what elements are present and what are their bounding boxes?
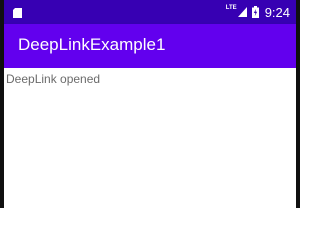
app-bar: DeepLinkExample1 xyxy=(4,24,296,68)
signal-icon xyxy=(237,7,247,17)
status-indicators: LTE 9:24 xyxy=(226,0,290,24)
sd-card-icon xyxy=(13,8,22,18)
device-frame-right xyxy=(296,0,300,208)
battery-charging-icon xyxy=(251,6,259,18)
status-bar: LTE 9:24 xyxy=(4,0,296,24)
app-title: DeepLinkExample1 xyxy=(18,35,166,54)
main-content: DeepLink opened xyxy=(4,68,296,208)
status-clock: 9:24 xyxy=(264,4,290,20)
deeplink-message: DeepLink opened xyxy=(6,72,101,86)
lte-label: LTE xyxy=(225,5,237,11)
